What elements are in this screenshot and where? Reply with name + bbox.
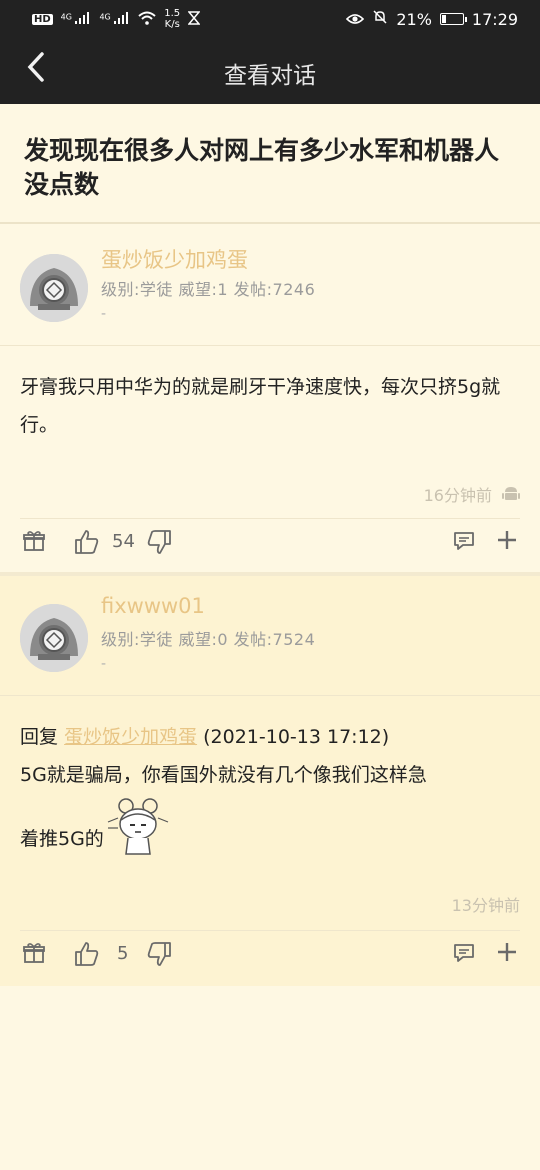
- android-icon: [502, 487, 520, 500]
- post-header: 蛋炒饭少加鸡蛋 级别:学徒 威望:1 发帖:7246 -: [0, 226, 540, 346]
- user-meta: 级别:学徒 威望:0 发帖:7524: [101, 630, 316, 649]
- gift-icon[interactable]: [22, 529, 46, 553]
- clock: 17:29: [471, 9, 518, 29]
- hourglass-icon: [187, 10, 201, 28]
- post-actions: 5: [20, 930, 520, 975]
- status-right: 21% 17:29: [346, 9, 518, 29]
- mute-bell-icon: [372, 9, 388, 29]
- wifi-icon: [138, 11, 156, 28]
- signal-icon: 4G: [61, 11, 92, 27]
- status-left: HD 4G 4G 1.5 K/s: [32, 8, 201, 30]
- topic-title: 发现现在很多人对网上有多少水军和机器人没点数: [24, 136, 500, 199]
- sticker-emoji: [107, 798, 169, 855]
- post-content: 回复 蛋炒饭少加鸡蛋 (2021-10-13 17:12) 5G就是骗局，你看国…: [20, 718, 520, 858]
- post-content: 牙膏我只用中华为的就是刷牙干净速度快，每次只挤5g就行。: [20, 376, 501, 436]
- battery-percent: 21%: [396, 9, 432, 29]
- post-1: 蛋炒饭少加鸡蛋 级别:学徒 威望:1 发帖:7246 - 牙膏我只用中华为的就是…: [0, 226, 540, 572]
- avatar[interactable]: [20, 254, 88, 322]
- battery-icon: [439, 13, 467, 25]
- reply-date: (2021-10-13 17:12): [203, 726, 390, 748]
- like-count: 5: [117, 943, 129, 964]
- user-meta: 级别:学徒 威望:1 发帖:7246: [101, 280, 316, 299]
- diving-helmet-icon: [20, 604, 88, 672]
- battery-fill: [441, 15, 446, 23]
- user-signature: -: [101, 306, 107, 322]
- user-signature: -: [101, 656, 107, 672]
- topic-header: 发现现在很多人对网上有多少水军和机器人没点数: [0, 106, 540, 224]
- signal-icon-2: 4G: [99, 11, 130, 27]
- username[interactable]: fixwww01: [101, 594, 205, 618]
- content-line-1: 5G就是骗局，你看国外就没有几个像我们这样急: [20, 764, 427, 786]
- gift-icon[interactable]: [22, 941, 46, 965]
- nav-bar: 查看对话: [0, 36, 540, 104]
- thumbs-down-icon[interactable]: [146, 941, 172, 967]
- thumbs-down-icon[interactable]: [146, 529, 172, 555]
- post-actions: 54: [20, 518, 520, 563]
- post-time: 13分钟前: [451, 896, 520, 915]
- avatar[interactable]: [20, 604, 88, 672]
- plus-icon[interactable]: [496, 529, 518, 551]
- eye-icon: [346, 10, 365, 29]
- reply-user-link[interactable]: 蛋炒饭少加鸡蛋: [64, 726, 197, 748]
- status-bar: HD 4G 4G 1.5 K/s 21% 17:29: [0, 0, 540, 36]
- comment-icon[interactable]: [452, 529, 476, 553]
- net-speed: 1.5 K/s: [164, 8, 181, 30]
- plus-icon[interactable]: [496, 941, 518, 963]
- page-title: 查看对话: [224, 63, 316, 89]
- reply-prefix: 回复: [20, 726, 59, 748]
- diving-helmet-icon: [20, 254, 88, 322]
- username[interactable]: 蛋炒饭少加鸡蛋: [101, 244, 248, 274]
- content-line-2-row: 着推5G的: [20, 794, 520, 858]
- content-line-2: 着推5G的: [20, 828, 104, 850]
- reply-line: 回复 蛋炒饭少加鸡蛋 (2021-10-13 17:12): [20, 718, 520, 756]
- post-time: 16分钟前: [423, 486, 492, 505]
- thumbs-up-icon[interactable]: [74, 529, 100, 555]
- comment-icon[interactable]: [452, 941, 476, 965]
- like-count: 54: [112, 531, 135, 552]
- hd-indicator: HD: [32, 13, 53, 25]
- post-2: fixwww01 级别:学徒 威望:0 发帖:7524 - 回复 蛋炒饭少加鸡蛋…: [0, 576, 540, 986]
- thumbs-up-icon[interactable]: [74, 941, 100, 967]
- post-header: fixwww01 级别:学徒 威望:0 发帖:7524 -: [0, 576, 540, 696]
